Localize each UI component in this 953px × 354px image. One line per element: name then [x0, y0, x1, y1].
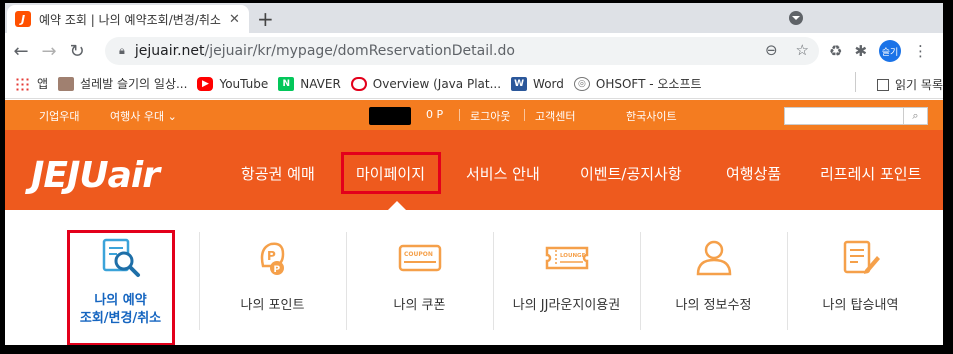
region-select[interactable]: 한국사이트	[626, 108, 677, 124]
nav-booking[interactable]: 항공권 예매	[241, 163, 315, 184]
bookmarks-bar: 앱 설레발 슬기의 일상... ▶ YouTube N NAVER Overvi…	[5, 69, 943, 99]
svg-text:P: P	[273, 265, 280, 275]
main-navigation: JEJUair 항공권 예매 마이페이지 서비스 안내 이벤트/공지사항 여행상…	[5, 130, 943, 210]
submenu-boarding-history-label: 나의 탑승내역	[822, 298, 899, 313]
recycle-extension-icon[interactable]: ♻	[829, 42, 842, 60]
forward-button[interactable]: →	[35, 41, 63, 62]
youtube-icon: ▶	[197, 76, 214, 91]
point-icon: P P	[260, 242, 284, 275]
search-icon[interactable]: ⌕	[903, 108, 927, 124]
submenu-profile[interactable]: 나의 정보수정	[640, 210, 787, 345]
mypage-highlight-box	[341, 152, 441, 194]
tab-title: 예약 조회 | 나의 예약조회/변경/취소	[39, 12, 221, 27]
bookmark-ohsoft[interactable]: ◎ OHSOFT - 오소프트	[573, 75, 702, 92]
nav-events[interactable]: 이벤트/공지사항	[580, 163, 682, 184]
close-tab-icon[interactable]: ✕	[229, 12, 240, 27]
blog-thumb-icon	[58, 76, 75, 91]
nav-service[interactable]: 서비스 안내	[466, 163, 540, 184]
logout-link[interactable]: 로그아웃	[470, 108, 510, 124]
zoom-icon[interactable]: ⊖	[765, 41, 778, 59]
browser-toolbar: ← → ↻ 🔒︎ jejuair.net/jejuair/kr/mypage/d…	[5, 33, 943, 69]
site-utility-bar: 기업우대 여행사 우대 ⌄ 0 P 로그아웃 고객센터 한국사이트 ⌕	[5, 100, 943, 130]
back-button[interactable]: ←	[7, 41, 35, 62]
tab-strip: J 예약 조회 | 나의 예약조회/변경/취소 ✕ +	[5, 3, 943, 33]
ohsoft-icon: ◎	[573, 76, 590, 91]
bookmark-naver[interactable]: N NAVER	[278, 76, 341, 91]
submenu-boarding-history[interactable]: 나의 탑승내역	[787, 210, 934, 345]
support-link[interactable]: 고객센터	[535, 108, 575, 124]
lock-icon[interactable]: 🔒︎	[119, 44, 125, 58]
jejuair-logo[interactable]: JEJUair	[31, 155, 160, 196]
bookmark-blog[interactable]: 설레발 슬기의 일상...	[58, 75, 187, 92]
submenu-coupon[interactable]: COUPON 나의 쿠폰	[346, 210, 493, 345]
submenu-coupon-label: 나의 쿠폰	[393, 298, 446, 313]
bookmark-star-icon[interactable]: ☆	[796, 41, 809, 59]
reading-list[interactable]: 읽기 목록	[855, 72, 943, 93]
jejuair-favicon-icon: J	[15, 11, 31, 27]
bookmark-java[interactable]: Overview (Java Plat...	[350, 76, 501, 91]
reservation-highlight-box	[67, 230, 175, 345]
svg-text:LOUNGE: LOUNGE	[560, 253, 586, 259]
bookmark-word[interactable]: W Word	[511, 76, 564, 91]
nav-refresh-point[interactable]: 리프레시 포인트	[820, 163, 921, 184]
svg-text:COUPON: COUPON	[404, 251, 433, 258]
profile-avatar[interactable]: 슬기	[879, 40, 902, 62]
submenu-points[interactable]: P P 나의 포인트	[199, 210, 346, 345]
mypage-submenu: 나의 예약 조회/변경/취소 P P 나의 포인트 COUPON 나의 쿠폰 L…	[5, 210, 943, 345]
naver-icon: N	[278, 76, 295, 91]
chevron-down-icon: ⌄	[167, 110, 177, 123]
submenu-points-label: 나의 포인트	[240, 298, 305, 313]
agency-link[interactable]: 여행사 우대 ⌄	[110, 108, 177, 124]
browser-window: J 예약 조회 | 나의 예약조회/변경/취소 ✕ + ← → ↻ 🔒︎ jej…	[5, 3, 943, 345]
reload-button[interactable]: ↻	[63, 41, 91, 62]
coupon-icon: COUPON	[398, 244, 441, 272]
word-icon: W	[511, 76, 528, 91]
site-search-input[interactable]: ⌕	[784, 107, 928, 125]
nav-travel-products[interactable]: 여행상품	[726, 163, 781, 184]
tab-search-icon[interactable]	[789, 11, 803, 25]
browser-tab[interactable]: J 예약 조회 | 나의 예약조회/변경/취소 ✕	[7, 5, 249, 33]
extensions-puzzle-icon[interactable]: ✱	[854, 42, 867, 60]
bookmark-youtube[interactable]: ▶ YouTube	[197, 76, 268, 91]
oracle-icon	[350, 76, 367, 91]
address-bar[interactable]: 🔒︎ jejuair.net/jejuair/kr/mypage/domRese…	[105, 37, 819, 65]
svg-text:P: P	[267, 249, 276, 263]
bookmark-apps[interactable]: 앱	[15, 75, 48, 92]
new-tab-button[interactable]: +	[257, 7, 274, 31]
submenu-caret	[388, 201, 406, 210]
redacted-username	[369, 107, 411, 125]
menu-kebab-icon[interactable]: ⋮	[913, 42, 928, 60]
reading-list-icon	[877, 78, 890, 91]
boarding-history-icon	[843, 240, 880, 274]
corporate-link[interactable]: 기업우대	[39, 108, 79, 124]
lounge-ticket-icon: LOUNGE	[545, 246, 588, 270]
apps-icon	[15, 76, 31, 91]
submenu-profile-label: 나의 정보수정	[675, 298, 752, 313]
submenu-lounge-label: 나의 JJ라운지이용권	[512, 298, 621, 313]
submenu-lounge[interactable]: LOUNGE 나의 JJ라운지이용권	[493, 210, 640, 345]
points-value[interactable]: 0 P	[426, 108, 443, 121]
url-text: jejuair.net/jejuair/kr/mypage/domReserva…	[134, 43, 515, 59]
user-profile-icon	[696, 240, 731, 276]
